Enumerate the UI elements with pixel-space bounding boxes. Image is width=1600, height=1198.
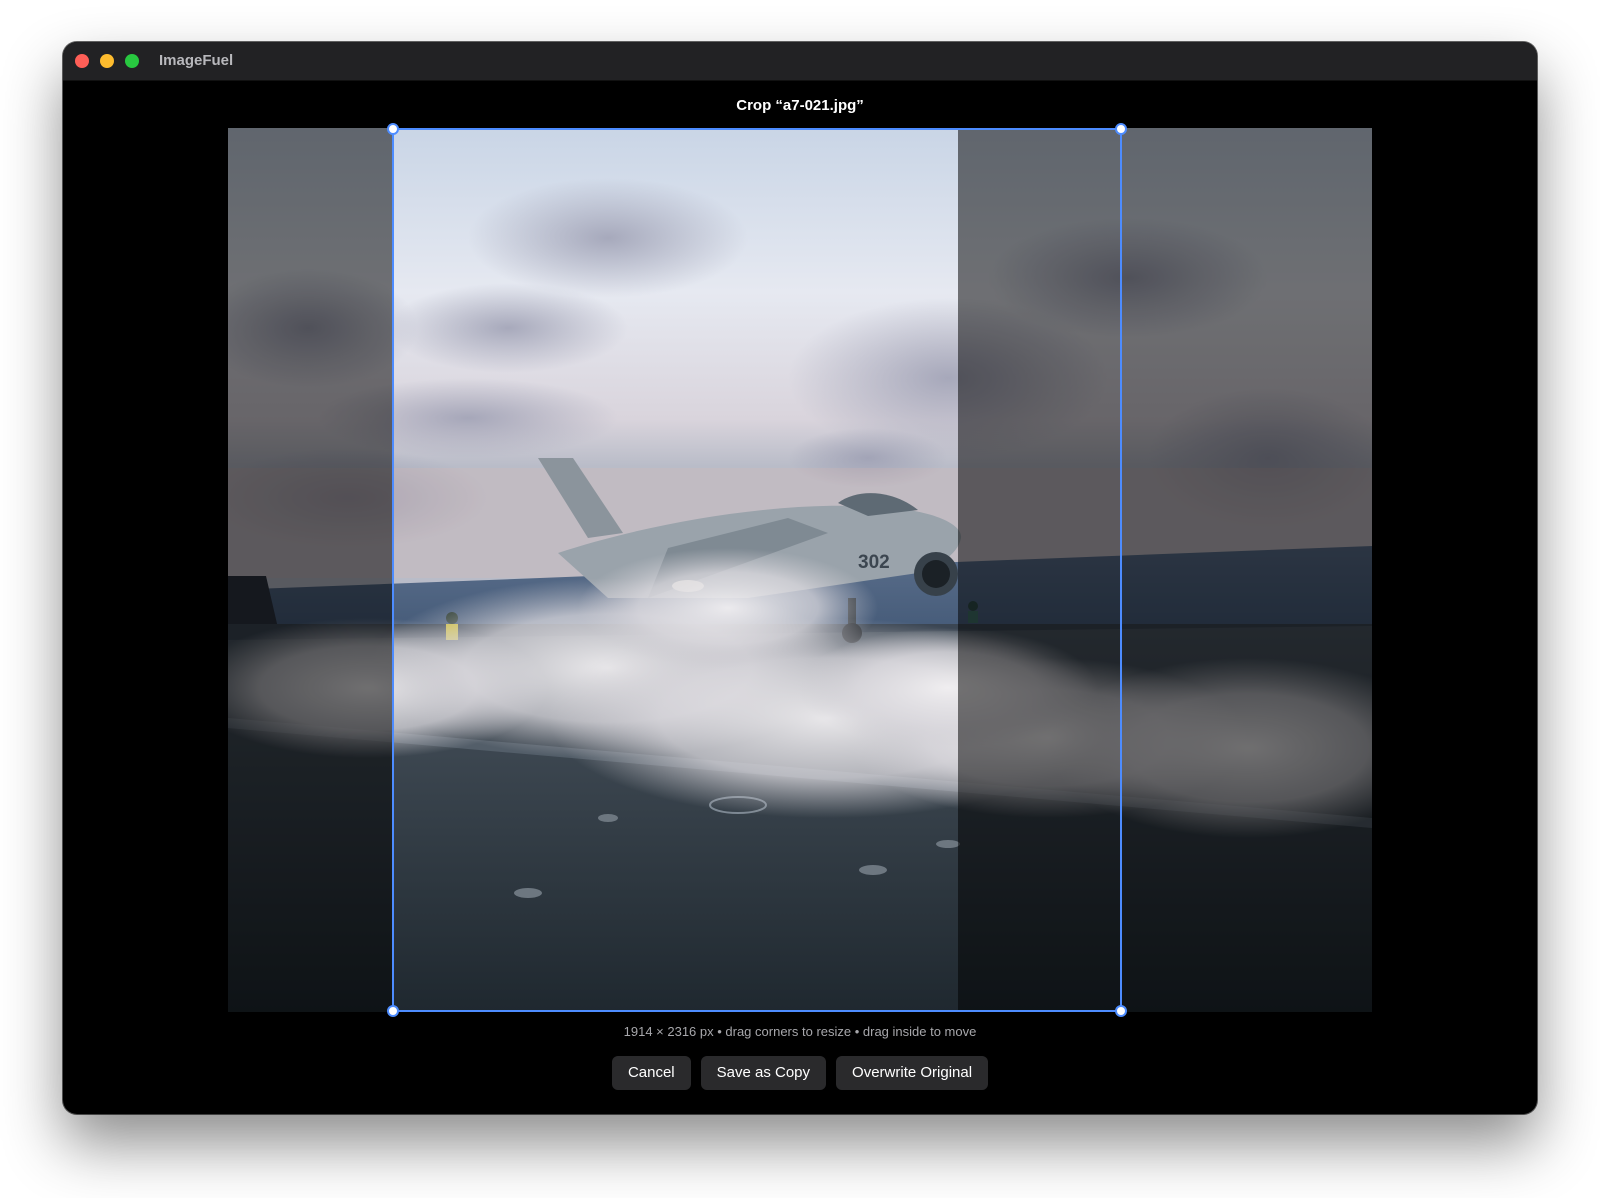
zoom-window-button[interactable] [125,54,139,68]
crop-selection-box[interactable] [387,123,1127,1017]
app-title: ImageFuel [159,52,234,69]
overwrite-original-button[interactable]: Overwrite Original [836,1056,989,1090]
crop-dimensions-hint: 1914 × 2316 px • drag corners to resize … [623,1024,977,1039]
minimize-window-button[interactable] [100,54,114,68]
crop-mask-left [228,128,392,1012]
title-bar: ImageFuel [63,42,1537,81]
cancel-button[interactable]: Cancel [611,1056,691,1090]
crop-handle-top-right[interactable] [1115,123,1127,135]
save-as-copy-button[interactable]: Save as Copy [700,1056,827,1090]
crop-handle-bottom-right[interactable] [1115,1005,1127,1017]
crop-handle-top-left[interactable] [387,123,399,135]
crop-handle-bottom-left[interactable] [387,1005,399,1017]
close-window-button[interactable] [75,54,89,68]
action-buttons: Cancel Save as Copy Overwrite Original [63,1056,1537,1090]
crop-dialog-title: Crop “a7-021.jpg” [736,97,864,114]
app-window: ImageFuel Crop “a7-021.jpg” 302 1914 × 2… [63,42,1537,1114]
